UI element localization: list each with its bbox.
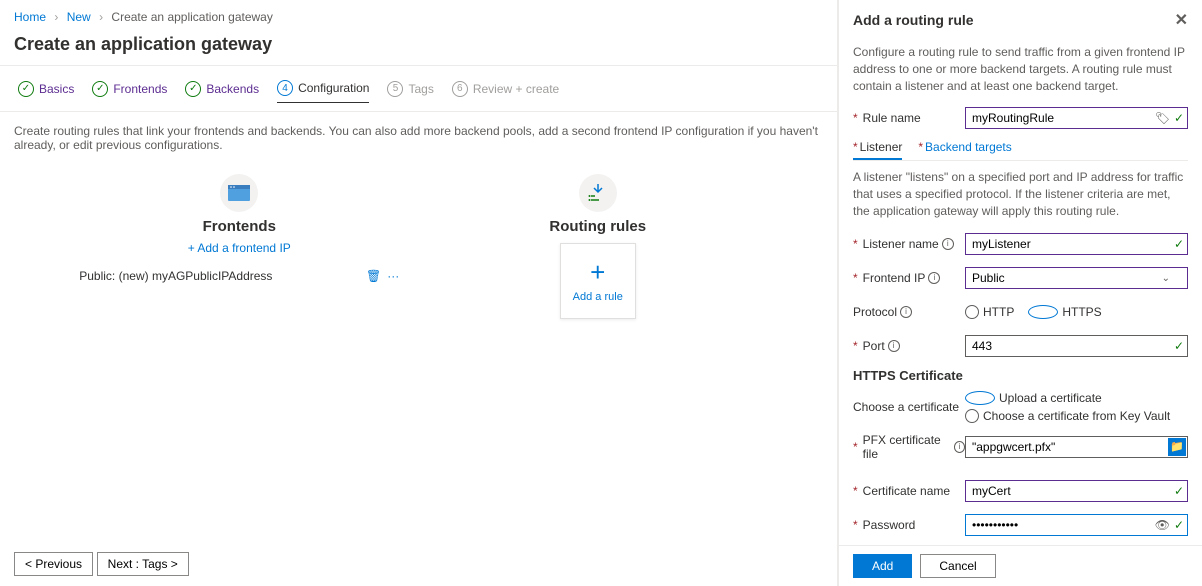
listener-name-label: Listener name xyxy=(863,237,939,251)
routing-rules-heading: Routing rules xyxy=(428,218,768,235)
port-input[interactable] xyxy=(965,335,1188,357)
main-area: Home › New › Create an application gatew… xyxy=(0,0,838,586)
tab-configuration[interactable]: 4Configuration xyxy=(277,80,369,103)
frontend-item: Public: (new) myAGPublicIPAddress 🗑 ··· xyxy=(79,269,399,283)
frontend-item-label: Public: (new) myAGPublicIPAddress xyxy=(79,269,272,283)
listener-name-input[interactable] xyxy=(965,233,1188,255)
keyvault-cert-radio[interactable]: Choose a certificate from Key Vault xyxy=(965,409,1188,423)
frontends-icon xyxy=(220,174,258,212)
wizard-tabs: ✓Basics ✓Frontends ✓Backends 4Configurat… xyxy=(0,66,837,112)
plus-icon: + xyxy=(590,259,605,285)
tab-basics[interactable]: ✓Basics xyxy=(18,80,74,103)
frontend-ip-select[interactable]: Public xyxy=(965,267,1188,289)
cert-name-input[interactable] xyxy=(965,480,1188,502)
password-label: Password xyxy=(863,518,916,532)
previous-button[interactable]: < Previous xyxy=(14,552,93,576)
add-routing-rule-panel: Add a routing rule ✕ Configure a routing… xyxy=(838,0,1202,586)
page-title: Create an application gateway xyxy=(0,30,837,66)
protocol-https-radio[interactable]: HTTPS xyxy=(1028,305,1101,319)
more-icon[interactable]: ··· xyxy=(387,269,399,283)
tab-frontends[interactable]: ✓Frontends xyxy=(92,80,167,103)
breadcrumb-new[interactable]: New xyxy=(67,10,91,24)
add-rule-card[interactable]: + Add a rule xyxy=(560,243,636,319)
pfx-file-label: PFX certificate file xyxy=(863,433,951,461)
rule-name-label: Rule name xyxy=(863,111,921,125)
port-label: Port xyxy=(863,339,885,353)
info-icon[interactable]: i xyxy=(928,272,940,284)
breadcrumb-current: Create an application gateway xyxy=(111,10,272,24)
check-icon: ✓ xyxy=(1174,518,1184,532)
protocol-http-radio[interactable]: HTTP xyxy=(965,305,1014,319)
key-icon: 🏷 xyxy=(1155,111,1170,125)
protocol-label: Protocol xyxy=(853,305,897,319)
routing-rules-icon xyxy=(579,174,617,212)
cancel-button[interactable]: Cancel xyxy=(920,554,995,578)
check-icon: ✓ xyxy=(1174,484,1184,498)
tab-tags[interactable]: 5Tags xyxy=(387,80,433,103)
check-icon: ✓ xyxy=(1174,111,1184,125)
close-icon[interactable]: ✕ xyxy=(1175,10,1188,30)
panel-title: Add a routing rule xyxy=(853,12,974,28)
tab-review[interactable]: 6Review + create xyxy=(452,80,559,103)
subtab-backend-targets[interactable]: *Backend targets xyxy=(918,140,1011,160)
routing-rules-column: Routing rules + Add a rule xyxy=(428,174,768,319)
cert-name-label: Certificate name xyxy=(863,484,950,498)
pfx-file-input[interactable] xyxy=(965,436,1188,458)
info-icon[interactable]: i xyxy=(942,238,954,250)
https-certificate-heading: HTTPS Certificate xyxy=(853,368,1188,383)
breadcrumb-home[interactable]: Home xyxy=(14,10,46,24)
listener-intro: A listener "listens" on a specified port… xyxy=(853,169,1188,219)
panel-subtabs: *Listener *Backend targets xyxy=(853,140,1188,161)
choose-cert-label: Choose a certificate xyxy=(853,400,959,414)
eye-icon[interactable]: 👁 xyxy=(1155,518,1170,532)
add-rule-label: Add a rule xyxy=(573,291,623,303)
frontends-heading: Frontends xyxy=(69,218,409,235)
next-button[interactable]: Next : Tags > xyxy=(97,552,189,576)
breadcrumb: Home › New › Create an application gatew… xyxy=(0,0,837,30)
check-icon: ✓ xyxy=(1174,339,1184,353)
wizard-footer: < Previous Next : Tags > xyxy=(14,552,189,576)
frontends-column: Frontends + Add a frontend IP Public: (n… xyxy=(69,174,409,319)
check-icon: ✓ xyxy=(1174,237,1184,251)
tab-description: Create routing rules that link your fron… xyxy=(0,112,837,164)
add-frontend-link[interactable]: + Add a frontend IP xyxy=(69,241,409,255)
panel-intro: Configure a routing rule to send traffic… xyxy=(853,44,1188,94)
info-icon[interactable]: i xyxy=(900,306,912,318)
folder-icon[interactable]: 📁 xyxy=(1168,438,1186,456)
tab-backends[interactable]: ✓Backends xyxy=(185,80,259,103)
info-icon[interactable]: i xyxy=(954,441,965,453)
subtab-listener[interactable]: *Listener xyxy=(853,140,902,160)
upload-cert-radio[interactable]: Upload a certificate xyxy=(965,391,1188,405)
add-button[interactable]: Add xyxy=(853,554,912,578)
info-icon[interactable]: i xyxy=(888,340,900,352)
delete-icon[interactable]: 🗑 xyxy=(366,269,381,283)
frontend-ip-label: Frontend IP xyxy=(863,271,926,285)
